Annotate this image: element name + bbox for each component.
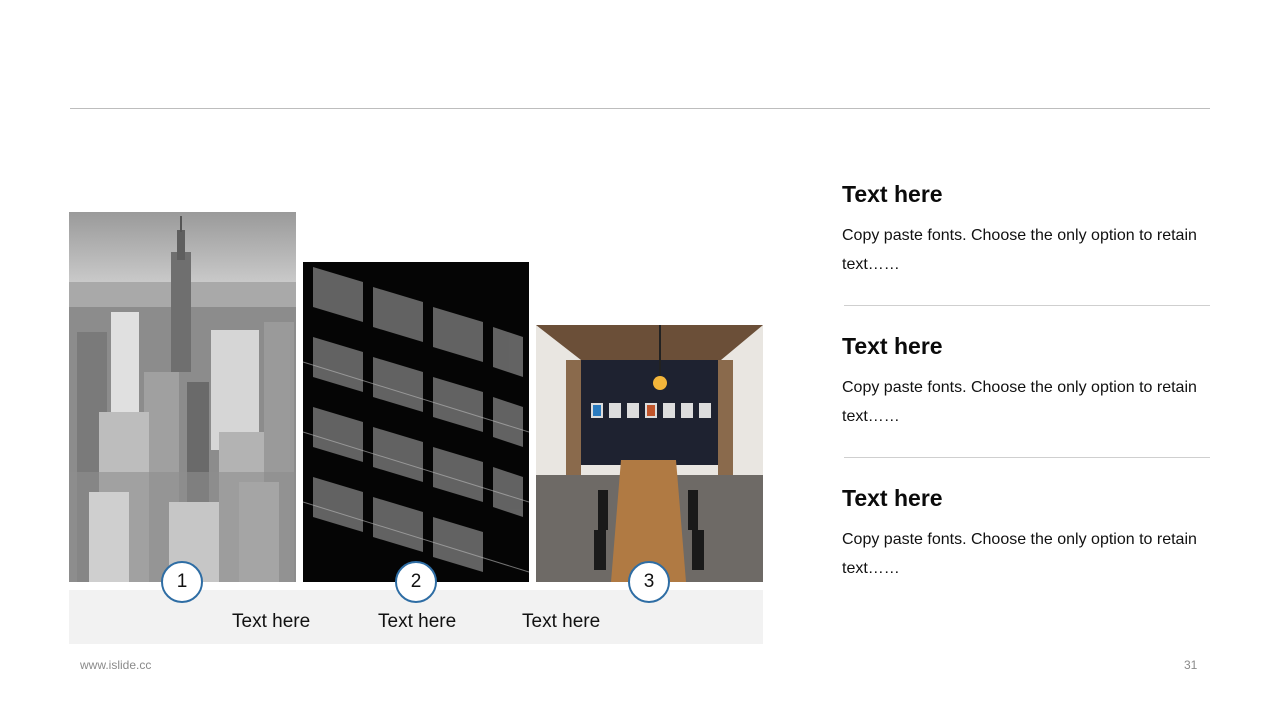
step-number: 1 [176, 571, 188, 592]
city-skyline-graphic [69, 212, 296, 582]
building-facade-graphic [303, 262, 529, 582]
step-number: 3 [643, 571, 655, 592]
step-badge-3: 3 [628, 561, 670, 603]
page-number: 31 [1184, 658, 1198, 672]
section-body: Copy paste fonts. Choose the only option… [842, 227, 1197, 273]
section-title: Text here [842, 485, 943, 511]
step-number: 2 [410, 571, 422, 592]
section-divider [844, 305, 1210, 306]
footer-url: www.islide.cc [80, 658, 152, 672]
text-section-2: Text here Copy paste fonts. Choose the o… [842, 333, 1210, 431]
image-caption-2: Text here [378, 611, 457, 632]
building-facade-image [303, 262, 529, 582]
step-badge-2: 2 [395, 561, 437, 603]
section-divider [844, 457, 1210, 458]
step-badge-1: 1 [161, 561, 203, 603]
meeting-room-graphic [536, 325, 763, 582]
top-divider [70, 108, 1210, 109]
section-title: Text here [842, 181, 943, 207]
section-title: Text here [842, 333, 943, 359]
text-section-3: Text here Copy paste fonts. Choose the o… [842, 485, 1210, 583]
text-section-1: Text here Copy paste fonts. Choose the o… [842, 181, 1210, 279]
city-skyline-image [69, 212, 296, 582]
section-body: Copy paste fonts. Choose the only option… [842, 379, 1197, 425]
image-caption-3: Text here [522, 611, 601, 632]
meeting-room-image [536, 325, 763, 582]
image-caption-1: Text here [232, 611, 311, 632]
section-body: Copy paste fonts. Choose the only option… [842, 531, 1197, 577]
